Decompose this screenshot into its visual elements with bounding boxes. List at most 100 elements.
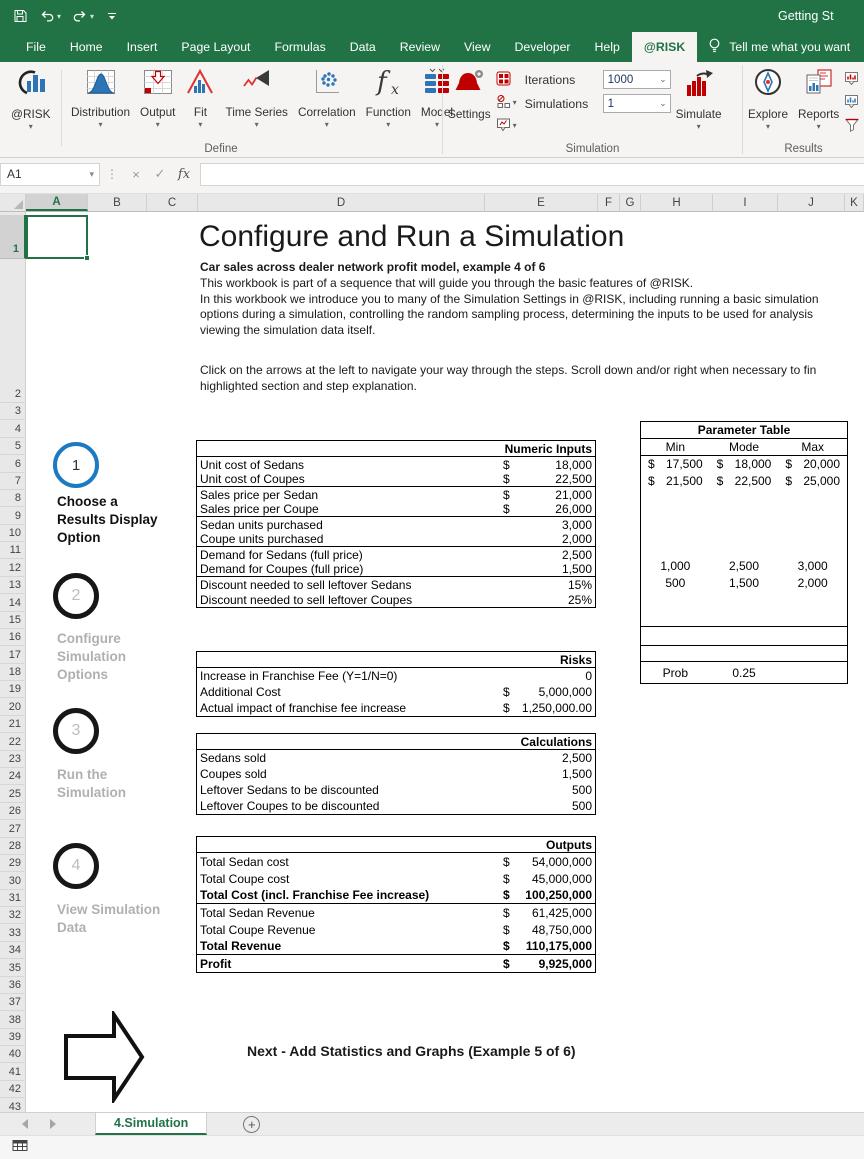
- tab-page-layout[interactable]: Page Layout: [169, 32, 262, 62]
- row-header[interactable]: 36: [0, 977, 26, 994]
- row-header[interactable]: 31: [0, 890, 26, 907]
- undo-icon[interactable]: ▾: [39, 8, 61, 24]
- table-row[interactable]: Profit$9,925,000: [197, 955, 595, 972]
- row-header[interactable]: 10: [0, 525, 26, 542]
- browse-results-blue-icon[interactable]: [844, 92, 860, 112]
- table-header[interactable]: Risks: [197, 652, 595, 668]
- fit-button[interactable]: Fit ▾: [180, 62, 220, 129]
- table-row[interactable]: Total Sedan Revenue$61,425,000: [197, 904, 595, 921]
- time-series-button[interactable]: Time Series ▾: [220, 62, 293, 129]
- empty-row[interactable]: [641, 646, 847, 662]
- table-row[interactable]: Unit cost of Coupes$22,500: [197, 472, 595, 487]
- row-header[interactable]: 40: [0, 1046, 26, 1063]
- table-row[interactable]: 5001,5002,000: [641, 575, 847, 592]
- row-header[interactable]: 41: [0, 1064, 26, 1081]
- table-row[interactable]: Total Cost (incl. Franchise Fee increase…: [197, 887, 595, 904]
- row-header[interactable]: 43: [0, 1099, 26, 1112]
- table-row[interactable]: $17,500$18,000$20,000: [641, 456, 847, 473]
- table-row[interactable]: Sales price per Sedan$21,000: [197, 487, 595, 502]
- row-header[interactable]: 11: [0, 542, 26, 559]
- row-header[interactable]: 27: [0, 821, 26, 838]
- tab-view[interactable]: View: [452, 32, 502, 62]
- row-header[interactable]: 12: [0, 560, 26, 577]
- table-header[interactable]: Calculations: [197, 734, 595, 750]
- browse-results-red-icon[interactable]: [844, 69, 860, 89]
- dice-icon[interactable]: [496, 69, 517, 89]
- column-header-f[interactable]: F: [598, 194, 620, 211]
- row-header[interactable]: 33: [0, 925, 26, 942]
- table-row[interactable]: Total Coupe Revenue$48,750,000: [197, 921, 595, 938]
- row-header[interactable]: 23: [0, 751, 26, 768]
- row-header[interactable]: 38: [0, 1012, 26, 1029]
- row-header[interactable]: 5: [0, 438, 26, 455]
- empty-row[interactable]: [641, 627, 847, 646]
- row-header[interactable]: 24: [0, 768, 26, 785]
- table-header[interactable]: Numeric Inputs: [197, 441, 595, 457]
- callout-windows-icon[interactable]: ▾: [496, 115, 517, 135]
- customize-quick-access-icon[interactable]: [105, 9, 119, 23]
- row-header[interactable]: 4: [0, 421, 26, 438]
- row-header[interactable]: 42: [0, 1081, 26, 1098]
- row-header[interactable]: 15: [0, 612, 26, 629]
- row-header-1[interactable]: 1: [0, 215, 26, 259]
- row-header[interactable]: 13: [0, 577, 26, 594]
- row-header[interactable]: 37: [0, 994, 26, 1011]
- row-header[interactable]: 30: [0, 873, 26, 890]
- simulate-button[interactable]: Simulate ▾: [671, 62, 727, 135]
- distribution-button[interactable]: Distribution ▾: [66, 62, 135, 129]
- table-row[interactable]: Leftover Coupes to be discounted500: [197, 798, 595, 814]
- table-row[interactable]: Discount needed to sell leftover Sedans1…: [197, 577, 595, 592]
- output-button[interactable]: Output ▾: [135, 62, 180, 129]
- table-row[interactable]: Discount needed to sell leftover Coupes2…: [197, 592, 595, 607]
- row-header[interactable]: 18: [0, 664, 26, 681]
- tab-insert[interactable]: Insert: [115, 32, 170, 62]
- table-row[interactable]: Sales price per Coupe$26,000: [197, 502, 595, 517]
- row-header[interactable]: 8: [0, 490, 26, 507]
- table-row[interactable]: Demand for Sedans (full price)2,500: [197, 547, 595, 562]
- column-header-e[interactable]: E: [485, 194, 598, 211]
- table-row[interactable]: Total Sedan cost$54,000,000: [197, 853, 595, 870]
- row-header[interactable]: 6: [0, 456, 26, 473]
- row-header[interactable]: 19: [0, 681, 26, 698]
- sheet-nav-right-icon[interactable]: [50, 1119, 56, 1129]
- tab-data[interactable]: Data: [338, 32, 388, 62]
- tab-atrisk[interactable]: @RISK: [632, 32, 697, 62]
- row-header[interactable]: 17: [0, 647, 26, 664]
- prob-row[interactable]: Prob 0.25: [641, 662, 847, 683]
- tab-file[interactable]: File: [14, 32, 58, 62]
- col-max[interactable]: Max: [778, 439, 847, 455]
- table-row[interactable]: Unit cost of Sedans$18,000: [197, 457, 595, 472]
- sheet-tab-active[interactable]: 4.Simulation: [95, 1113, 207, 1135]
- tab-home[interactable]: Home: [58, 32, 115, 62]
- column-header-h[interactable]: H: [641, 194, 713, 211]
- table-row[interactable]: Demand for Coupes (full price)1,500: [197, 562, 595, 577]
- column-header-a[interactable]: A: [26, 194, 88, 211]
- row-header[interactable]: 34: [0, 942, 26, 959]
- table-row[interactable]: Leftover Sedans to be discounted500: [197, 782, 595, 798]
- col-mode[interactable]: Mode: [710, 439, 779, 455]
- tab-formulas[interactable]: Formulas: [262, 32, 337, 62]
- row-header[interactable]: 26: [0, 803, 26, 820]
- sheet-nav-left-icon[interactable]: [22, 1119, 28, 1129]
- redo-icon[interactable]: ▾: [72, 8, 94, 24]
- correlation-button[interactable]: Correlation ▾: [293, 62, 361, 129]
- row-header[interactable]: 3: [0, 403, 26, 420]
- table-row[interactable]: Actual impact of franchise fee increase$…: [197, 700, 595, 716]
- column-header-g[interactable]: G: [620, 194, 641, 211]
- row-header[interactable]: 20: [0, 699, 26, 716]
- enter-icon[interactable]: ✓: [148, 166, 172, 182]
- column-header-k[interactable]: K: [845, 194, 864, 211]
- column-header-d[interactable]: D: [198, 194, 485, 211]
- row-header[interactable]: 9: [0, 508, 26, 525]
- row-header[interactable]: 35: [0, 960, 26, 977]
- table-row[interactable]: Total Coupe cost$45,000,000: [197, 870, 595, 887]
- column-header-b[interactable]: B: [88, 194, 147, 211]
- row-header[interactable]: 25: [0, 786, 26, 803]
- tab-developer[interactable]: Developer: [502, 32, 582, 62]
- row-header[interactable]: 2: [0, 386, 26, 403]
- row-header[interactable]: 32: [0, 907, 26, 924]
- column-header-i[interactable]: I: [713, 194, 778, 211]
- select-all-corner[interactable]: [0, 194, 26, 211]
- cell-mode-icon[interactable]: [12, 1138, 29, 1158]
- table-row[interactable]: Increase in Franchise Fee (Y=1/N=0)0: [197, 668, 595, 684]
